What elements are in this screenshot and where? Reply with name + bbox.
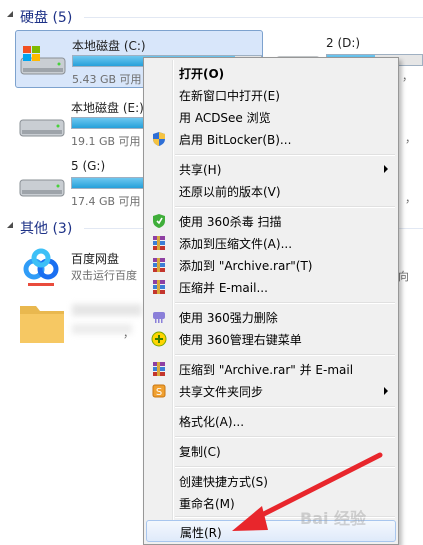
menu-item-label: 使用 360强力删除	[179, 311, 278, 325]
menu-item-label: 添加到压缩文件(A)...	[179, 237, 293, 251]
winrar-icon	[153, 258, 165, 272]
menu-item-label: 压缩到 "Archive.rar" 并 E-mail	[179, 363, 354, 377]
menu-item-compress-email[interactable]: 压缩并 E-mail...	[146, 276, 396, 298]
drive-icon	[19, 179, 65, 197]
menu-item-acdsee[interactable]: 用 ACDSee 浏览	[146, 106, 396, 128]
context-menu[interactable]: 打开(O) 在新窗口中打开(E) 用 ACDSee 浏览 启用 BitLocke…	[143, 57, 399, 545]
menu-item-compress-archive-email[interactable]: 压缩到 "Archive.rar" 并 E-mail	[146, 358, 396, 380]
menu-item-share[interactable]: 共享(H)	[146, 158, 396, 180]
menu-separator	[175, 154, 395, 156]
menu-item-format[interactable]: 格式化(A)...	[146, 410, 396, 432]
menu-separator	[175, 406, 395, 408]
submenu-arrow-icon	[384, 387, 388, 395]
folder-tail: ，	[123, 327, 134, 340]
drive-name: 5 (G:)	[71, 159, 106, 173]
drive-name: 2 (D:)	[326, 36, 361, 50]
svg-text:S: S	[156, 387, 162, 398]
menu-item-360-shred[interactable]: 使用 360强力删除	[146, 306, 396, 328]
menu-item-restore-versions[interactable]: 还原以前的版本(V)	[146, 180, 396, 202]
app-name: 百度网盘	[71, 252, 120, 266]
menu-separator	[175, 206, 395, 208]
watermark: Bai 经验	[300, 509, 367, 528]
sync-icon: S	[152, 384, 166, 398]
menu-item-label: 共享文件夹同步	[179, 385, 264, 399]
drives-group-header[interactable]: 硬盘 (5)	[0, 6, 423, 28]
menu-item-open[interactable]: 打开(O)	[146, 62, 396, 84]
menu-item-create-shortcut[interactable]: 创建快捷方式(S)	[146, 470, 396, 492]
menu-item-label: 还原以前的版本(V)	[179, 185, 281, 199]
drive-free-space-tail: ，	[402, 70, 413, 83]
winrar-icon	[153, 362, 165, 376]
menu-item-label: 共享(H)	[179, 163, 222, 177]
menu-separator	[175, 466, 395, 468]
drive-e-tail: ，	[405, 132, 416, 145]
collapse-chevron-icon[interactable]	[5, 221, 15, 231]
app-desc-tail: 向	[398, 270, 409, 283]
360-menu-manager-icon	[151, 331, 167, 347]
menu-item-label: 属性(R)	[180, 526, 222, 540]
drive-free-space: 19.1 GB 可用	[71, 135, 141, 148]
360-shredder-icon	[153, 312, 165, 323]
menu-item-label: 格式化(A)...	[179, 415, 245, 429]
menu-separator	[175, 354, 395, 356]
group-divider	[84, 17, 423, 18]
drives-group-title: 硬盘 (5)	[20, 10, 73, 26]
drive-name: 本地磁盘 (E:)	[71, 101, 144, 115]
winrar-icon	[153, 236, 165, 250]
folder-icon	[20, 306, 64, 343]
drive-free-space: 17.4 GB 可用	[71, 195, 141, 208]
menu-item-label: 使用 360管理右键菜单	[179, 333, 302, 347]
menu-item-label: 使用 360杀毒 扫描	[179, 215, 282, 229]
menu-item-label: 复制(C)	[179, 445, 221, 459]
menu-item-add-to-archive-rar[interactable]: 添加到 "Archive.rar"(T)	[146, 254, 396, 276]
drive-icon	[19, 119, 65, 137]
menu-item-label: 启用 BitLocker(B)...	[179, 133, 292, 147]
menu-item-label: 用 ACDSee 浏览	[179, 111, 271, 125]
other-group-title: 其他 (3)	[20, 221, 73, 237]
redacted-name	[72, 304, 142, 316]
submenu-arrow-icon	[384, 165, 388, 173]
menu-item-shared-folder-sync[interactable]: S 共享文件夹同步	[146, 380, 396, 402]
drive-name: 本地磁盘 (C:)	[72, 39, 146, 53]
drive-g-tail: ，	[405, 192, 416, 205]
menu-item-label: 添加到 "Archive.rar"(T)	[179, 259, 313, 273]
system-drive-icon	[20, 46, 66, 75]
menu-separator	[175, 302, 395, 304]
menu-separator	[175, 436, 395, 438]
menu-item-add-to-archive[interactable]: 添加到压缩文件(A)...	[146, 232, 396, 254]
collapse-chevron-icon[interactable]	[5, 10, 15, 20]
shield-icon	[153, 132, 165, 146]
menu-item-open-new-window[interactable]: 在新窗口中打开(E)	[146, 84, 396, 106]
menu-item-360-scan[interactable]: 使用 360杀毒 扫描	[146, 210, 396, 232]
menu-item-label: 压缩并 E-mail...	[179, 281, 268, 295]
baidu-netdisk-icon	[18, 245, 64, 291]
drive-free-space: 5.43 GB 可用	[72, 73, 142, 86]
menu-item-360-menu-manager[interactable]: 使用 360管理右键菜单	[146, 328, 396, 350]
360-antivirus-icon	[153, 214, 165, 228]
menu-item-bitlocker[interactable]: 启用 BitLocker(B)...	[146, 128, 396, 150]
app-description: 双击运行百度	[71, 269, 137, 282]
menu-item-label: 打开(O)	[179, 67, 225, 81]
winrar-icon	[153, 280, 165, 294]
menu-item-label: 创建快捷方式(S)	[179, 475, 268, 489]
menu-item-copy[interactable]: 复制(C)	[146, 440, 396, 462]
menu-item-label: 重命名(M)	[179, 497, 235, 511]
menu-item-label: 在新窗口中打开(E)	[179, 89, 280, 103]
